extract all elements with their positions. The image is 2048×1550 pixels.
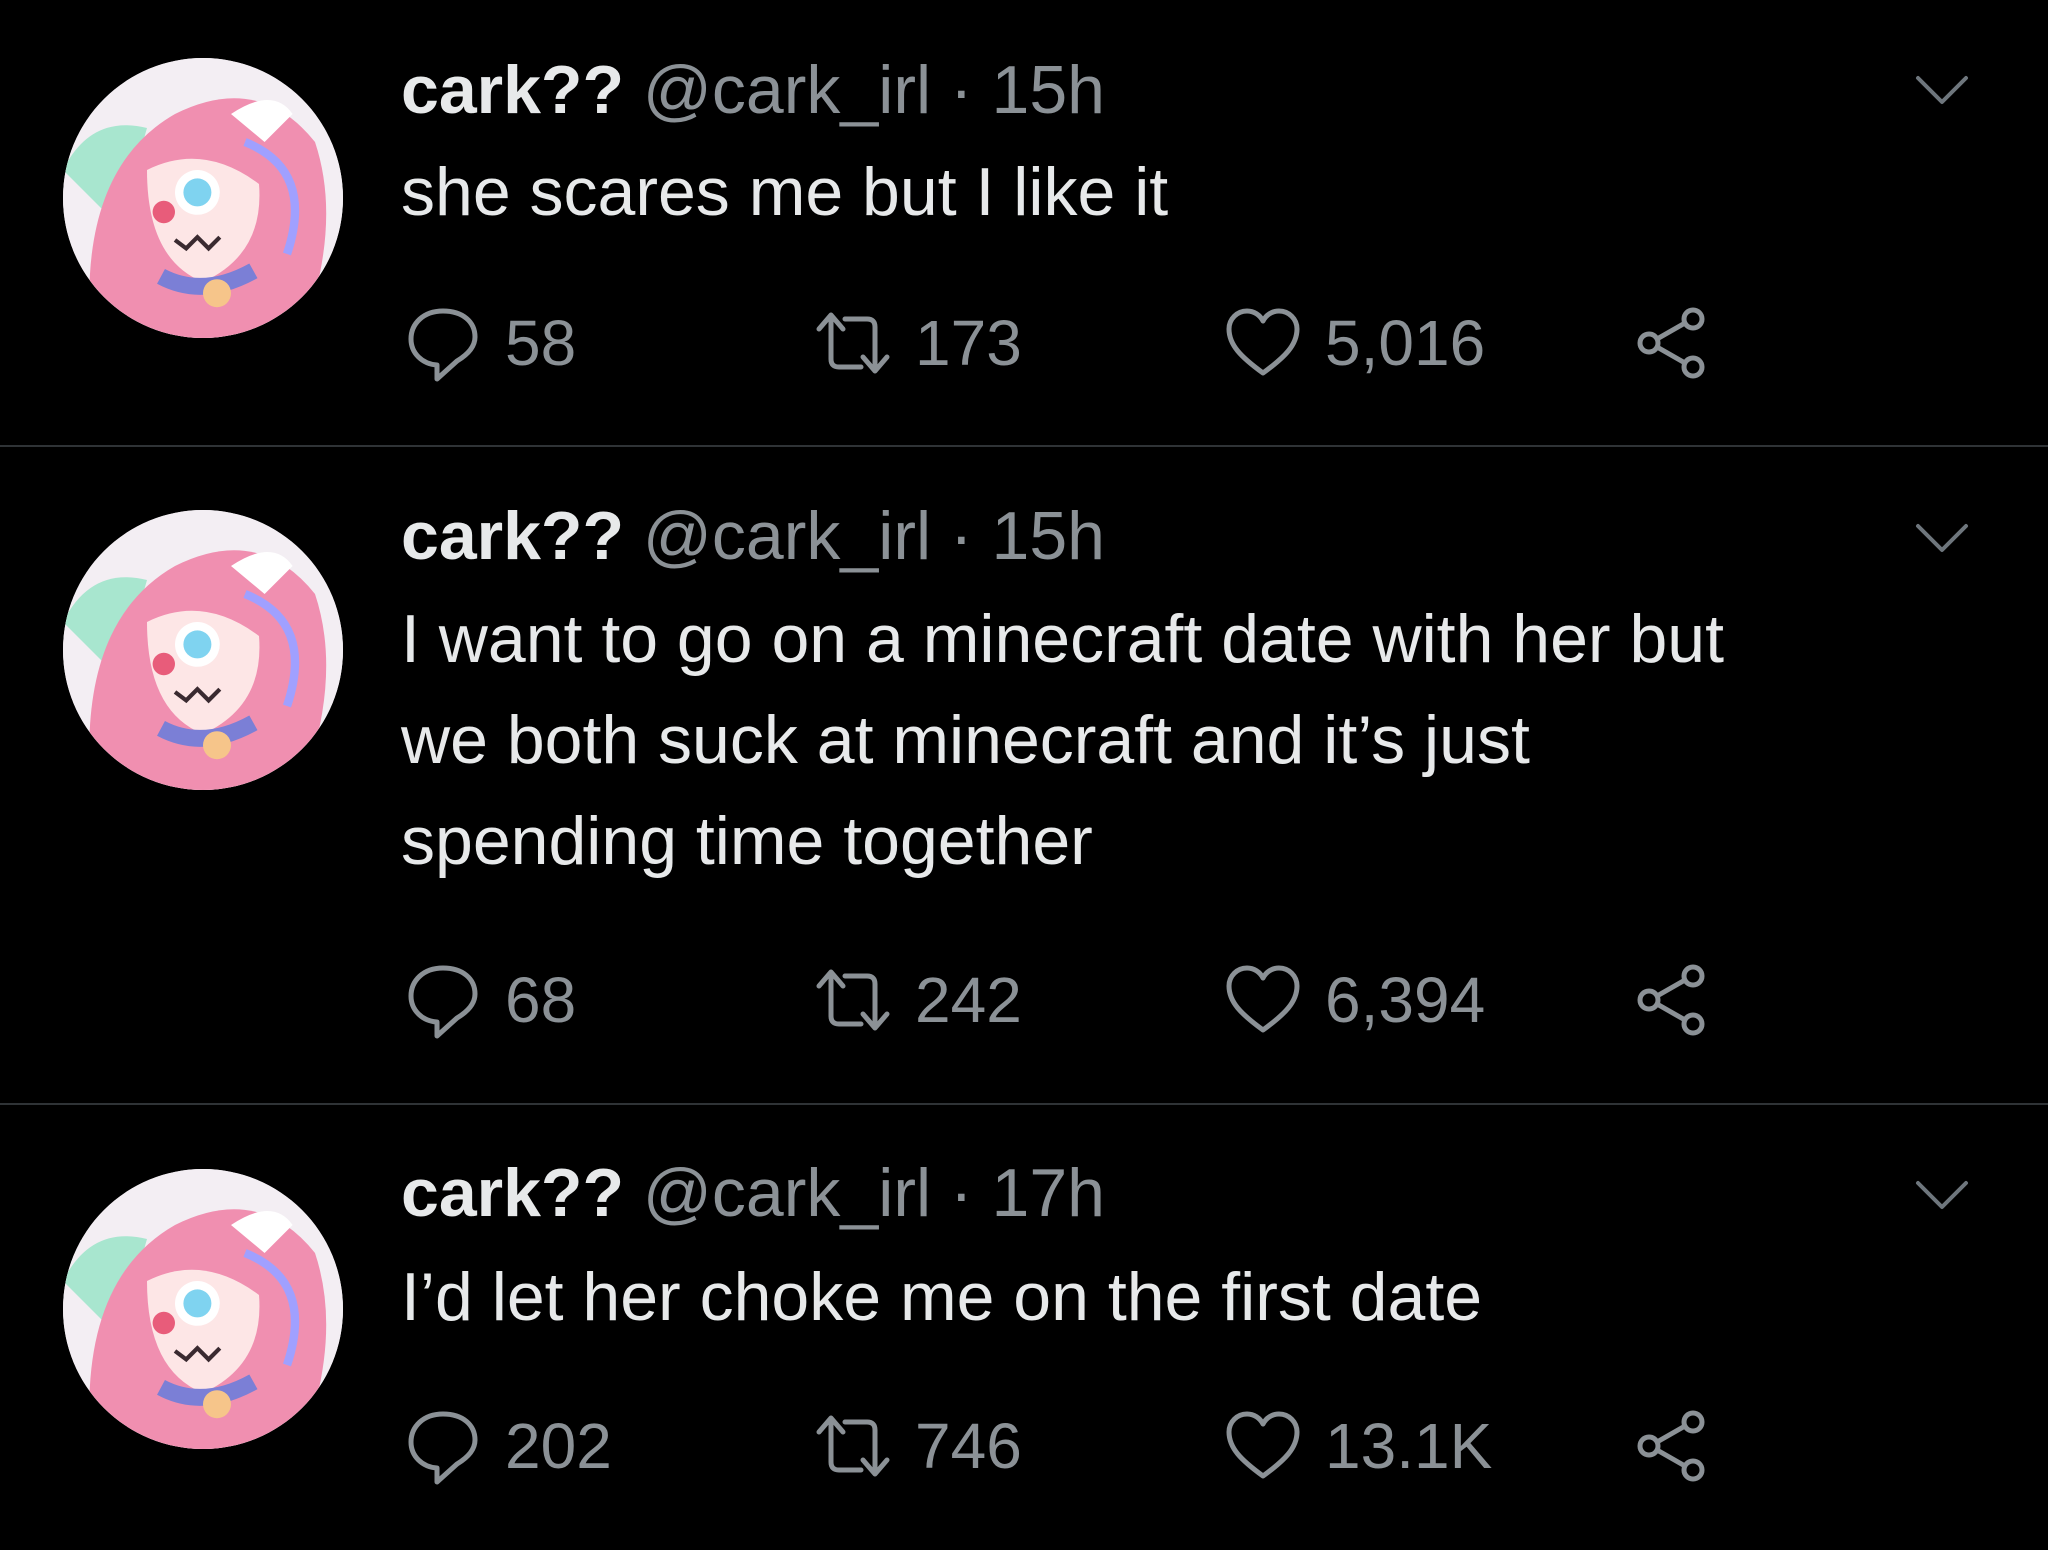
avatar[interactable] <box>63 1169 343 1449</box>
retweet-count: 746 <box>915 1410 1022 1482</box>
retweet-button[interactable]: 242 <box>811 955 1022 1045</box>
tweet-text: I want to go on a minecraft date with he… <box>401 601 1724 879</box>
share-button[interactable] <box>1631 955 1715 1045</box>
like-count: 13.1K <box>1325 1410 1493 1482</box>
heart-icon <box>1226 965 1300 1033</box>
tweet[interactable]: cark?? @cark_irl · 15h she scares me but… <box>0 0 2048 445</box>
share-icon <box>1637 307 1705 379</box>
display-name[interactable]: cark?? <box>401 52 624 128</box>
like-count: 6,394 <box>1325 964 1486 1036</box>
chevron-down-icon[interactable] <box>1912 520 1972 556</box>
retweet-button[interactable]: 173 <box>811 298 1022 388</box>
separator-dot: · <box>949 498 973 574</box>
timestamp[interactable]: 15h <box>992 52 1105 128</box>
heart-icon <box>1226 1411 1300 1479</box>
username[interactable]: @cark_irl <box>643 52 931 128</box>
display-name[interactable]: cark?? <box>401 1155 624 1231</box>
tweet-header: cark?? @cark_irl · 15h <box>401 48 1105 132</box>
retweet-count: 242 <box>915 964 1022 1036</box>
reply-icon <box>408 1411 478 1485</box>
timestamp[interactable]: 15h <box>992 498 1105 574</box>
reply-button[interactable]: 68 <box>401 955 576 1045</box>
share-icon <box>1637 964 1705 1036</box>
tweet[interactable]: cark?? @cark_irl · 17h I’d let her choke… <box>0 1105 2048 1550</box>
like-count: 5,016 <box>1325 307 1486 379</box>
avatar[interactable] <box>63 58 343 338</box>
reply-count: 68 <box>505 964 577 1036</box>
tweet-header: cark?? @cark_irl · 15h <box>401 494 1105 578</box>
heart-icon <box>1226 308 1300 376</box>
like-button[interactable]: 6,394 <box>1221 955 1485 1045</box>
username[interactable]: @cark_irl <box>643 498 931 574</box>
reply-icon <box>408 965 478 1039</box>
retweet-icon <box>816 312 890 374</box>
share-button[interactable] <box>1631 1401 1715 1491</box>
tweet-header: cark?? @cark_irl · 17h <box>401 1151 1105 1235</box>
tweet[interactable]: cark?? @cark_irl · 15h I want to go on a… <box>0 447 2048 1103</box>
chevron-down-icon[interactable] <box>1912 1177 1972 1213</box>
retweet-count: 173 <box>915 307 1022 379</box>
reply-button[interactable]: 58 <box>401 298 576 388</box>
username[interactable]: @cark_irl <box>643 1155 931 1231</box>
timestamp[interactable]: 17h <box>992 1155 1105 1231</box>
reply-button[interactable]: 202 <box>401 1401 612 1491</box>
share-icon <box>1637 1410 1705 1482</box>
tweet-text: she scares me but I like it <box>401 154 1169 230</box>
like-button[interactable]: 5,016 <box>1221 298 1485 388</box>
reply-icon <box>408 308 478 382</box>
reply-count: 58 <box>505 307 577 379</box>
display-name[interactable]: cark?? <box>401 498 624 574</box>
tweet-text: I’d let her choke me on the first date <box>401 1259 1483 1335</box>
separator-dot: · <box>949 52 973 128</box>
chevron-down-icon[interactable] <box>1912 72 1972 108</box>
avatar[interactable] <box>63 510 343 790</box>
separator-dot: · <box>949 1155 973 1231</box>
like-button[interactable]: 13.1K <box>1221 1401 1492 1491</box>
retweet-icon <box>816 1415 890 1477</box>
retweet-icon <box>816 969 890 1031</box>
retweet-button[interactable]: 746 <box>811 1401 1022 1491</box>
reply-count: 202 <box>505 1410 612 1482</box>
share-button[interactable] <box>1631 298 1715 388</box>
